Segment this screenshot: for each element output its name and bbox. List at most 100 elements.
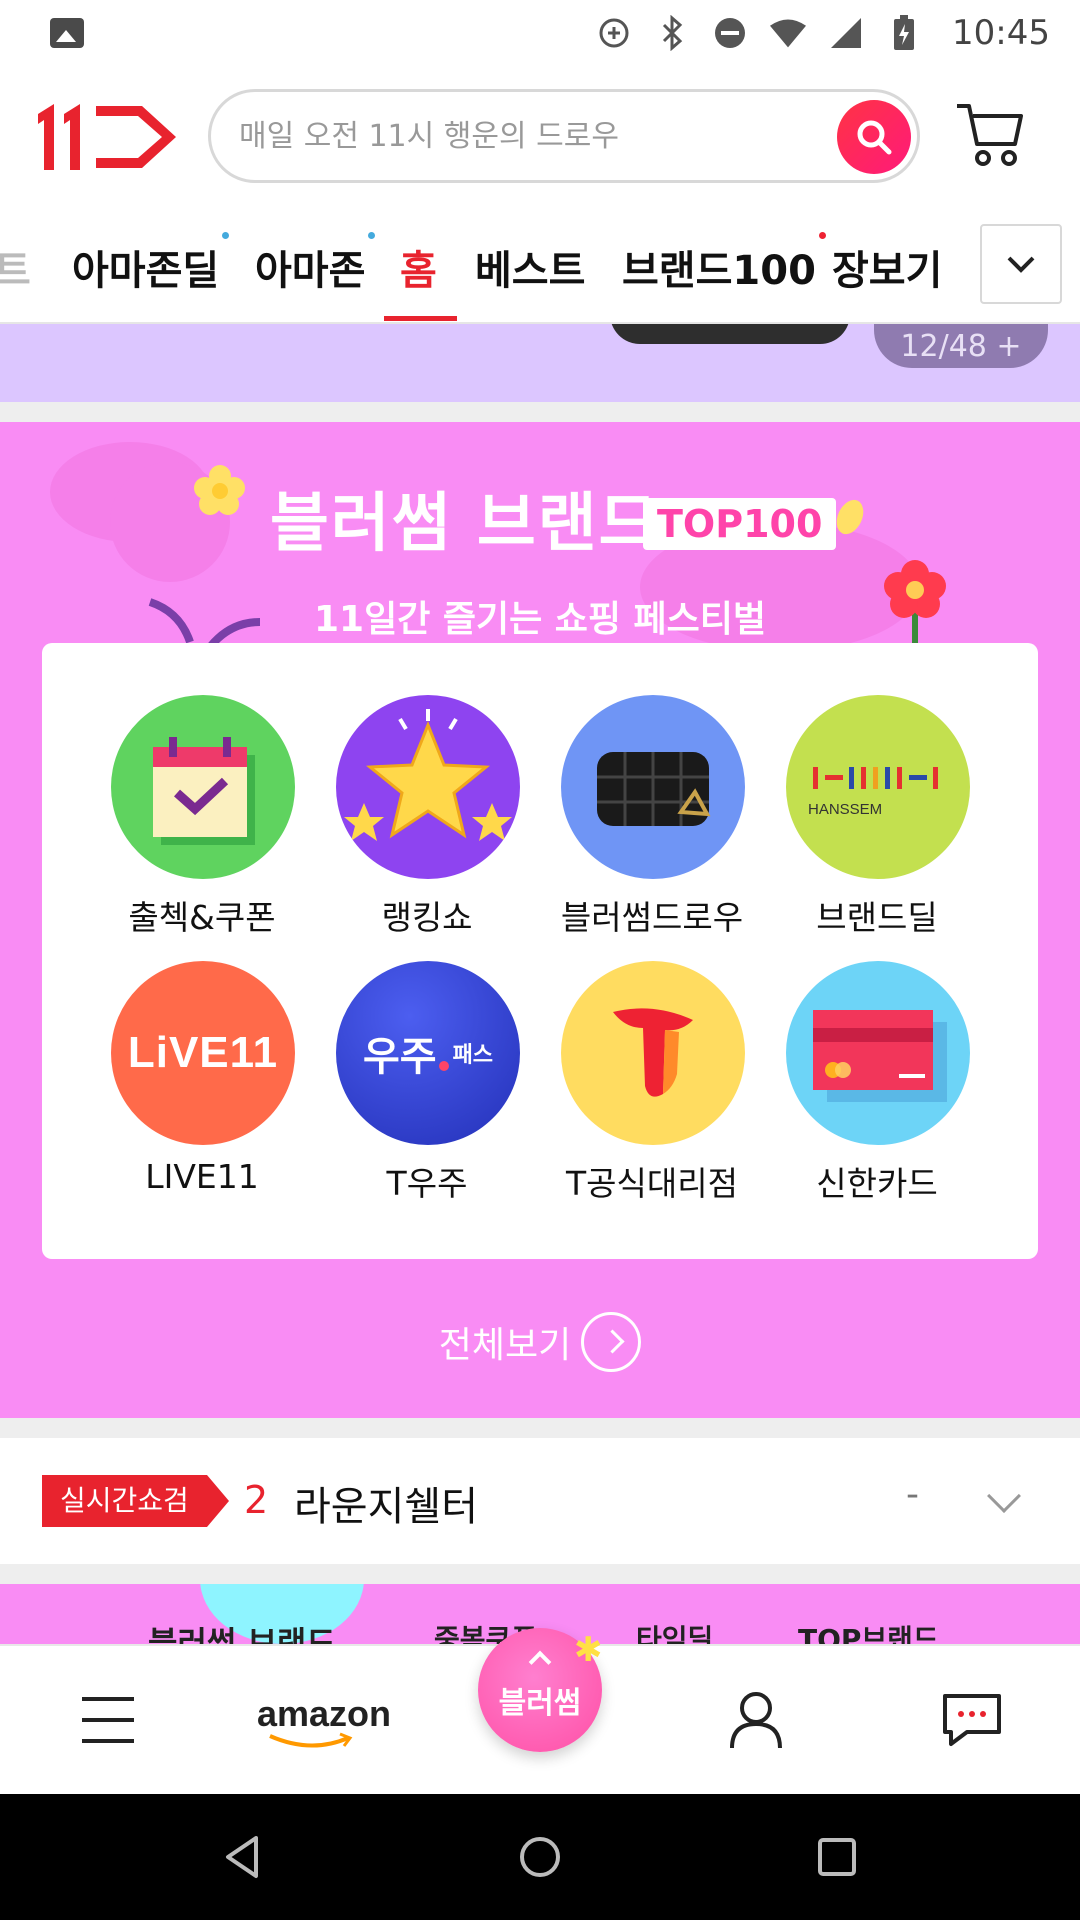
- my-page-button[interactable]: [726, 1688, 786, 1752]
- banner-counter[interactable]: 12/48 +: [874, 324, 1048, 368]
- brand-text: HANSSEM: [808, 801, 883, 818]
- star-icon: [336, 695, 520, 879]
- tab-label: 장보기: [832, 248, 943, 294]
- menu-label: LIVE11: [145, 1157, 259, 1196]
- menu-item-blossom-draw[interactable]: 블러썸드로우: [542, 695, 762, 937]
- t-logo-icon: [561, 961, 745, 1145]
- search-bar[interactable]: [208, 89, 920, 183]
- tab-label: 아마존딜: [72, 248, 220, 294]
- active-tab-indicator: [384, 316, 457, 321]
- tab-home[interactable]: 홈: [400, 238, 437, 296]
- icon-text: LiVE11: [127, 1028, 279, 1077]
- status-bar: 10:45: [0, 0, 1080, 66]
- menu-item-t-universe[interactable]: 우주 패스 T우주: [317, 961, 537, 1203]
- chevron-right-icon: [581, 1312, 642, 1372]
- sparkle-icon: ✱: [574, 1630, 603, 1670]
- clock: 10:45: [952, 13, 1050, 53]
- festival-title: 블러썸 브랜드: [270, 487, 660, 561]
- new-dot: [818, 232, 826, 239]
- menu-item-ranking-show[interactable]: 랭킹쇼: [317, 695, 537, 937]
- chevron-down-icon[interactable]: [987, 1479, 1021, 1513]
- signal-icon: [828, 15, 864, 51]
- bluetooth-icon: [654, 15, 690, 51]
- banner-product-image: [610, 324, 850, 344]
- tab-partial[interactable]: 트: [0, 238, 31, 296]
- tabs-expand-button[interactable]: [980, 224, 1062, 304]
- tab-brand100[interactable]: 브랜드100: [622, 232, 826, 296]
- search-icon: [857, 120, 892, 155]
- section-divider: [0, 402, 1080, 422]
- cart-icon: [957, 104, 1023, 166]
- festival-section: 블러썸 브랜드 TOP100 11일간 즐기는 쇼핑 페스티벌 출첵&쿠폰 랭킹…: [0, 422, 1080, 1418]
- cart-button[interactable]: [955, 98, 1025, 170]
- next-banner-title: 블러썸 브랜드: [148, 1624, 336, 1644]
- new-dot: [222, 232, 230, 239]
- battery-charging-icon: [886, 15, 922, 51]
- flower-icon: [194, 465, 245, 515]
- menu-label: T공식대리점: [566, 1164, 738, 1203]
- festival-menu-card: 출첵&쿠폰 랭킹쇼 블러썸드로우 HANSSEM 브랜드딜 LiVE11 LIV…: [42, 643, 1038, 1259]
- blossom-fab-button[interactable]: ✱ 블러썸: [478, 1628, 603, 1752]
- section-divider: [0, 1418, 1080, 1438]
- tab-label: 아마존: [255, 248, 366, 294]
- icon-sub-text: 패스: [452, 1043, 494, 1068]
- next-banner-link[interactable]: 타임딜: [636, 1618, 713, 1644]
- realtime-badge: 실시간쇼검: [42, 1475, 229, 1527]
- menu-item-t-official-store[interactable]: T공식대리점: [542, 961, 762, 1203]
- category-tabs: 트 아마존딜 아마존 홈 베스트 브랜드100 장보기: [0, 204, 1080, 324]
- search-button[interactable]: [837, 100, 911, 174]
- search-input[interactable]: [239, 110, 799, 162]
- realtime-search-ticker[interactable]: 실시간쇼검 2 라운지쉘터 -: [0, 1438, 1080, 1564]
- realtime-rank: 2: [244, 1478, 269, 1522]
- view-all-button[interactable]: 전체보기: [0, 1312, 1080, 1372]
- menu-item-attendance-coupon[interactable]: 출첵&쿠폰: [92, 695, 312, 937]
- fab-label: 블러썸: [498, 1686, 582, 1721]
- menu-label: 브랜드딜: [816, 898, 938, 937]
- 11st-logo[interactable]: [34, 102, 184, 172]
- chat-button[interactable]: [940, 1688, 1004, 1752]
- calendar-check-icon: [111, 695, 295, 879]
- home-icon[interactable]: [515, 1832, 565, 1882]
- section-divider: [0, 1564, 1080, 1584]
- tab-amazon[interactable]: 아마존: [255, 232, 376, 296]
- menu-icon: [82, 1697, 134, 1743]
- system-navigation-bar: [0, 1794, 1080, 1920]
- menu-label: 블러썸드로우: [560, 898, 744, 937]
- data-saver-icon: [596, 15, 632, 51]
- tab-label: 홈: [400, 248, 437, 294]
- menu-item-shinhan-card[interactable]: 신한카드: [767, 961, 987, 1203]
- menu-button[interactable]: [78, 1688, 138, 1752]
- menu-label: 랭킹쇼: [381, 898, 473, 937]
- amazon-button[interactable]: amazon: [254, 1688, 394, 1752]
- handbag-icon: [561, 695, 745, 879]
- icon-dot: [438, 1061, 449, 1071]
- tab-label: 브랜드100: [622, 248, 816, 294]
- tab-grocery[interactable]: 장보기: [832, 238, 942, 296]
- amazon-smile-icon: [269, 1732, 353, 1748]
- tab-best[interactable]: 베스트: [475, 238, 585, 296]
- menu-label: T우주: [386, 1164, 468, 1203]
- app-header: [0, 66, 1080, 204]
- do-not-disturb-icon: [712, 15, 748, 51]
- realtime-term[interactable]: 라운지쉘터: [294, 1474, 478, 1532]
- top-banner[interactable]: 12/48 +: [0, 324, 1080, 402]
- recents-icon[interactable]: [812, 1832, 862, 1882]
- hanssem-logo-icon: HANSSEM: [786, 695, 970, 879]
- next-banner-link[interactable]: TOP브랜드: [798, 1618, 939, 1644]
- amazon-logo: amazon: [256, 1693, 392, 1734]
- festival-subtitle: 11일간 즐기는 쇼핑 페스티벌: [313, 599, 767, 640]
- view-all-label: 전체보기: [438, 1325, 572, 1366]
- icon-text: 우주: [362, 1034, 437, 1080]
- menu-item-live11[interactable]: LiVE11 LIVE11: [92, 961, 312, 1201]
- chat-icon: [943, 1694, 1001, 1746]
- chevron-up-icon: [528, 1650, 552, 1674]
- menu-item-brand-deal[interactable]: HANSSEM 브랜드딜: [767, 695, 987, 937]
- woojoo-pass-icon: 우주 패스: [336, 961, 520, 1145]
- live11-icon: LiVE11: [111, 961, 295, 1145]
- rank-change: -: [906, 1474, 919, 1515]
- tab-label: 베스트: [475, 248, 586, 294]
- back-icon[interactable]: [218, 1832, 268, 1882]
- top100-badge: TOP100: [643, 498, 837, 550]
- image-icon: [50, 18, 84, 48]
- tab-amazon-deal[interactable]: 아마존딜: [72, 232, 230, 296]
